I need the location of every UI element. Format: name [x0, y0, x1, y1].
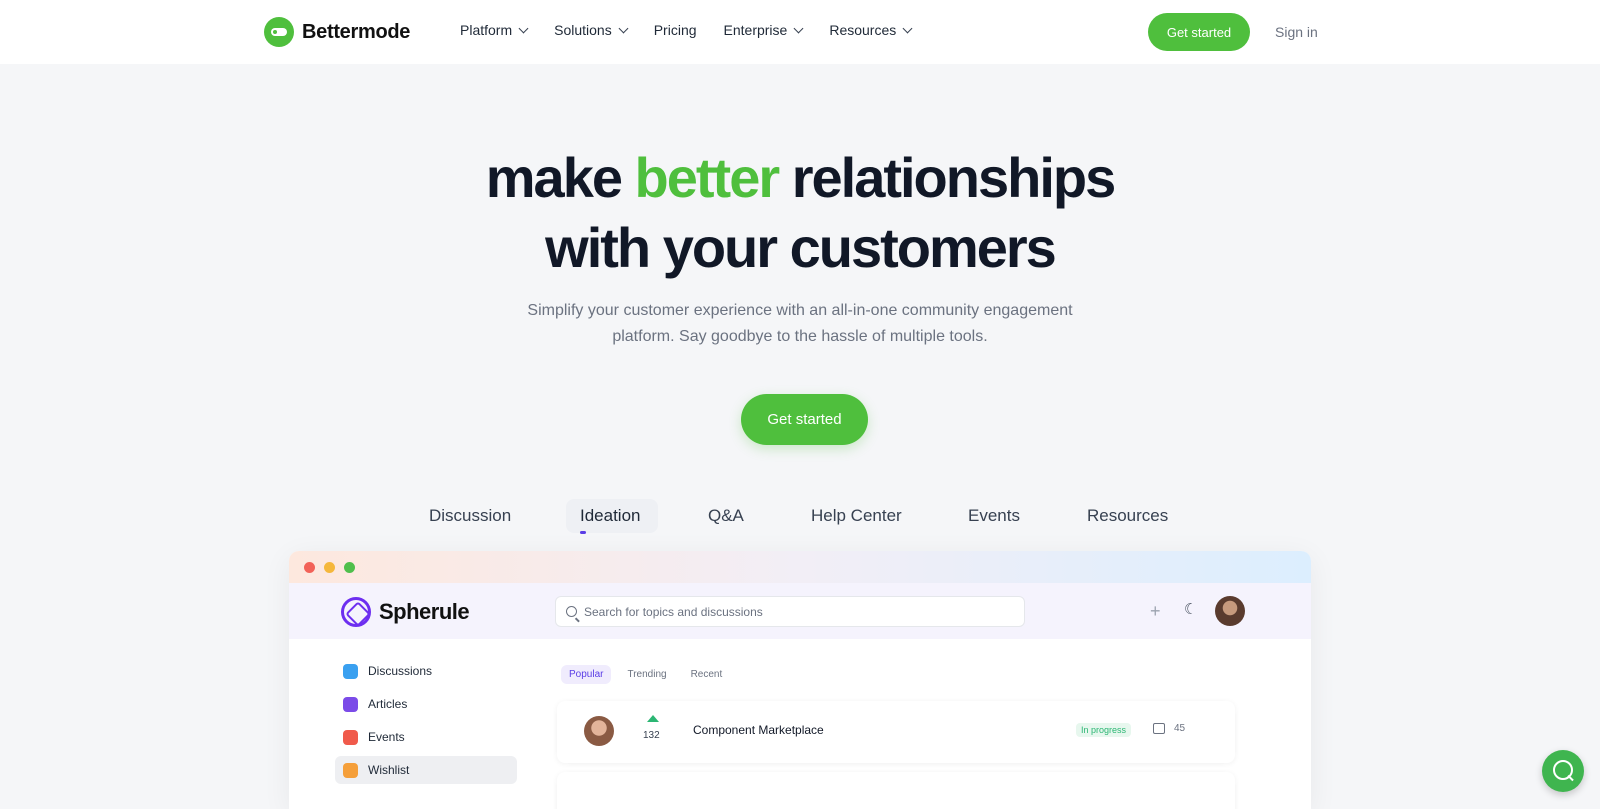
- community-header: Spherule Search for topics and discussio…: [289, 583, 1311, 639]
- avatar[interactable]: [1215, 596, 1245, 626]
- menu-label: Resources: [829, 22, 897, 38]
- hero-get-started-button[interactable]: Get started: [741, 394, 868, 445]
- post-title[interactable]: Component Marketplace: [693, 723, 824, 737]
- tab-discussion[interactable]: Discussion: [429, 506, 511, 526]
- tab-qa[interactable]: Q&A: [708, 506, 744, 526]
- sidebar-item-events[interactable]: Events: [335, 723, 517, 751]
- feed-tabs: Popular Trending Recent: [561, 665, 730, 684]
- menu-item-solutions[interactable]: Solutions: [554, 22, 629, 38]
- hero-title-text: relationships: [778, 146, 1117, 209]
- sidebar-item-label: Articles: [368, 697, 408, 711]
- tab-ideation[interactable]: Ideation: [580, 506, 641, 534]
- feed-tab-trending[interactable]: Trending: [619, 665, 674, 684]
- chevron-down-icon: [618, 23, 629, 33]
- window-titlebar: [289, 551, 1311, 583]
- menu-item-resources[interactable]: Resources: [829, 22, 913, 38]
- list-item[interactable]: [557, 772, 1235, 809]
- comment-icon: [1153, 723, 1165, 734]
- tab-help-center[interactable]: Help Center: [811, 506, 902, 526]
- menu-item-platform[interactable]: Platform: [460, 22, 529, 38]
- menu-label: Solutions: [554, 22, 612, 38]
- tab-events[interactable]: Events: [968, 506, 1020, 526]
- status-badge: In progress: [1076, 723, 1132, 737]
- events-icon: [343, 729, 358, 745]
- community-sidebar: Discussions Articles Events Wishlist: [335, 657, 517, 789]
- hero-title-accent: better: [634, 146, 781, 209]
- upvote-icon[interactable]: [647, 715, 659, 722]
- menu-label: Platform: [460, 22, 513, 38]
- search-placeholder: Search for topics and discussions: [584, 604, 763, 619]
- articles-icon: [343, 696, 358, 712]
- list-item[interactable]: 132 Component Marketplace In progress 45: [557, 701, 1235, 763]
- brand-logo[interactable]: Bettermode: [264, 17, 410, 47]
- sidebar-item-label: Discussions: [368, 664, 433, 678]
- tab-resources[interactable]: Resources: [1087, 506, 1168, 526]
- vote-count: 132: [643, 730, 660, 741]
- sign-in-link[interactable]: Sign in: [1275, 24, 1318, 40]
- sidebar-item-label: Events: [368, 730, 405, 744]
- discussions-icon: [343, 663, 358, 679]
- feed-tab-popular[interactable]: Popular: [561, 665, 612, 684]
- product-preview-window: Spherule Search for topics and discussio…: [289, 551, 1311, 809]
- menu-label: Pricing: [653, 22, 697, 38]
- hero-subtitle-line: platform. Say goodbye to the hassle of m…: [612, 328, 988, 345]
- main-menu: Platform Solutions Pricing Enterprise Re…: [460, 22, 913, 38]
- chevron-down-icon: [902, 23, 913, 33]
- comment-count: 45: [1174, 723, 1186, 734]
- help-search-button[interactable]: [1542, 750, 1584, 792]
- chevron-down-icon: [793, 23, 804, 33]
- post-author-avatar: [584, 716, 614, 746]
- spherule-brand-name: Spherule: [379, 599, 470, 624]
- hero-title-line1: make better relationships: [0, 143, 1600, 213]
- window-maximize-dot: [344, 562, 355, 573]
- menu-item-pricing[interactable]: Pricing: [654, 22, 697, 38]
- nav-get-started-button[interactable]: Get started: [1148, 13, 1250, 51]
- menu-label: Enterprise: [723, 22, 788, 38]
- spherule-logo-icon: [341, 597, 371, 627]
- menu-item-enterprise[interactable]: Enterprise: [723, 22, 804, 38]
- hero-subtitle: Simplify your customer experience with a…: [500, 298, 1100, 350]
- search-input[interactable]: Search for topics and discussions: [555, 596, 1025, 627]
- feed-tab-recent[interactable]: Recent: [683, 665, 731, 684]
- hero-subtitle-line: Simplify your customer experience with a…: [527, 302, 1073, 319]
- sidebar-item-discussions[interactable]: Discussions: [335, 657, 517, 685]
- brand-name: Bettermode: [302, 20, 411, 43]
- hero-title-line2: with your customers: [545, 216, 1057, 279]
- window-minimize-dot: [324, 562, 335, 573]
- sidebar-item-label: Wishlist: [368, 763, 410, 777]
- bettermode-logo-icon: [264, 17, 294, 47]
- hero-title-text: make: [485, 146, 635, 209]
- spherule-logo[interactable]: Spherule: [341, 597, 470, 627]
- plus-icon[interactable]: +: [1150, 601, 1161, 622]
- top-navigation: Bettermode Platform Solutions Pricing En…: [0, 0, 1600, 64]
- sidebar-item-articles[interactable]: Articles: [335, 690, 517, 718]
- hero-title: make better relationships with your cust…: [0, 143, 1600, 283]
- wishlist-icon: [343, 762, 358, 778]
- sidebar-item-wishlist[interactable]: Wishlist: [335, 756, 517, 784]
- chevron-down-icon: [518, 23, 529, 33]
- moon-icon[interactable]: ☾: [1184, 600, 1197, 618]
- search-icon: [566, 606, 577, 617]
- window-close-dot: [304, 562, 315, 573]
